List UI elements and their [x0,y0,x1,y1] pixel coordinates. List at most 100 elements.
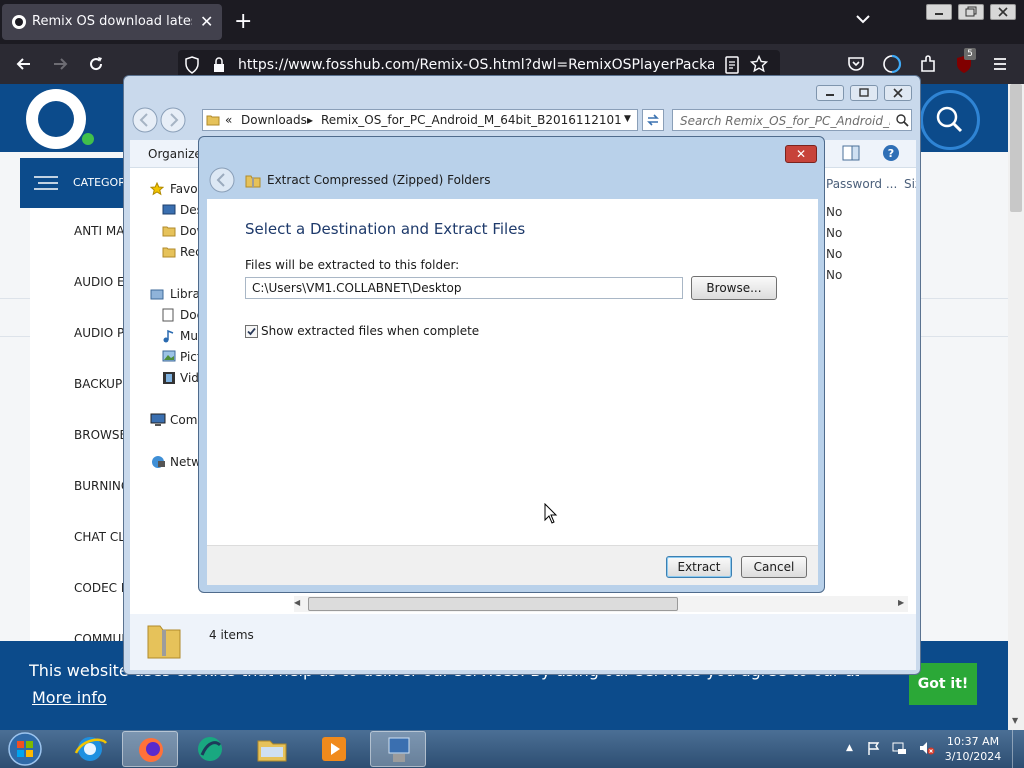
pocket-icon[interactable] [846,54,866,74]
scroll-down-arrow-icon[interactable]: ▼ [1012,716,1018,725]
tab-close-icon[interactable]: ✕ [200,14,213,30]
extract-dialog: ✕ Extract Compressed (Zipped) Folders Se… [198,136,825,593]
show-hidden-icons-chevron-up-icon[interactable]: ▲ [846,743,853,753]
show-extracted-files-label[interactable]: Show extracted files when complete [261,324,479,338]
explorer-forward-icon[interactable] [160,107,186,133]
preview-pane-icon[interactable] [842,145,860,161]
window-minimize-button[interactable] [926,4,952,20]
column-header-size[interactable]: Size [904,177,916,191]
category-backup[interactable]: BACKUP [74,377,122,391]
fosshub-logo-icon[interactable] [26,89,94,149]
firefox-taskbar-icon[interactable] [122,731,178,767]
taskbar-clock[interactable]: 10:37 AM 3/10/2024 [944,734,1002,764]
extension-badge-count: 5 [964,48,976,60]
search-icon[interactable] [895,113,909,127]
destination-folder-label: Files will be extracted to this folder: [245,258,460,272]
explorer-close-button[interactable] [884,85,912,101]
browser-tab[interactable]: Remix OS download latest version ✕ [2,4,222,40]
extract-wizard-taskbar-icon[interactable] [370,731,426,767]
firefox-account-icon[interactable] [882,54,902,74]
hamburger-menu-icon[interactable] [990,54,1010,74]
menu-lines-icon [34,175,58,191]
breadcrumb-remix-folder[interactable]: Remix_OS_for_PC_Android_M_64bit_B2016112… [321,113,622,127]
extensions-puzzle-icon[interactable] [918,54,938,74]
explorer-back-icon[interactable] [132,107,158,133]
category-burning[interactable]: BURNING [74,479,130,493]
column-header-password[interactable]: Password ... [826,177,897,191]
list-all-tabs-chevron-down-icon[interactable] [856,14,870,24]
windows-explorer-taskbar-icon[interactable] [244,731,300,767]
help-icon[interactable]: ? [882,144,900,162]
show-desktop-button[interactable] [1012,730,1024,768]
zip-folder-icon [245,173,261,189]
downloads-folder-icon [162,224,176,238]
browser-tab-title: Remix OS download latest version [32,14,192,29]
videos-film-icon [162,371,176,385]
scroll-left-arrow-icon[interactable]: ◀ [294,598,300,607]
extract-button[interactable]: Extract [666,556,732,578]
explorer-address-bar[interactable]: « Downloads ▸ Remix_OS_for_PC_Android_M_… [202,109,638,131]
lock-icon[interactable] [212,56,226,74]
cookie-more-info-link[interactable]: More info [32,688,107,707]
windows-start-orb-icon[interactable] [6,731,44,767]
window-close-button[interactable] [990,4,1016,20]
explorer-horizontal-scrollbar[interactable]: ◀ ▶ [294,596,908,612]
explorer-search-placeholder: Search Remix_OS_for_PC_Android_M_... [680,114,890,128]
dialog-back-arrow-icon[interactable] [209,167,235,193]
address-dropdown-chevron-down-icon[interactable]: ▼ [624,114,631,124]
scroll-right-arrow-icon[interactable]: ▶ [898,598,904,607]
action-center-flag-icon[interactable] [866,740,882,756]
browse-button[interactable]: Browse... [691,276,777,300]
libraries-icon [150,287,164,301]
window-restore-button[interactable] [958,4,984,20]
page-scrollbar[interactable]: ▼ [1008,84,1024,730]
password-cell-3: No [826,247,843,261]
breadcrumb-chevron-icon[interactable]: ▸ [307,113,313,127]
bookmark-star-icon[interactable] [750,55,768,73]
site-search-icon[interactable] [920,90,980,150]
remix-player-taskbar-icon[interactable] [182,731,238,767]
destination-path-input[interactable]: C:\Users\VM1.COLLABNET\Desktop [245,277,683,299]
breadcrumb-downloads[interactable]: Downloads [241,113,307,127]
music-note-icon [162,329,174,343]
dialog-close-button[interactable]: ✕ [785,145,817,163]
dialog-content-area: Select a Destination and Extract Files F… [207,199,818,545]
remix-os-favicon-icon [11,14,27,30]
media-player-taskbar-icon[interactable] [306,731,362,767]
explorer-maximize-button[interactable] [850,85,878,101]
password-cell-1: No [826,205,843,219]
dialog-button-bar: Extract Cancel [207,545,818,585]
documents-icon [162,308,174,322]
svg-text:?: ? [888,147,894,160]
dialog-title: Extract Compressed (Zipped) Folders [267,173,491,187]
computer-icon [150,413,166,427]
new-tab-button[interactable]: + [234,11,252,33]
network-icon [150,455,166,469]
horizontal-scroll-thumb[interactable] [308,597,678,611]
browser-tab-strip: Remix OS download latest version ✕ + [0,0,1024,44]
favorites-star-icon [150,182,164,196]
show-extracted-files-checkbox[interactable] [245,325,258,338]
tracking-protection-shield-icon[interactable] [184,56,200,74]
network-tray-icon[interactable] [892,740,908,756]
reload-icon[interactable] [86,54,106,74]
internet-explorer-taskbar-icon[interactable] [62,731,118,767]
categories-menu-button[interactable]: CATEGORIES [20,158,143,208]
zip-folder-icon [146,620,182,660]
page-scrollbar-thumb[interactable] [1010,84,1022,212]
forward-arrow-icon[interactable] [50,54,70,74]
reader-view-icon[interactable] [724,56,740,74]
explorer-details-pane: 4 items [130,614,916,670]
cancel-button[interactable]: Cancel [741,556,807,578]
explorer-minimize-button[interactable] [816,85,844,101]
ublock-origin-extension-icon[interactable]: 5 [954,48,976,74]
password-cell-4: No [826,268,843,282]
volume-muted-icon[interactable] [918,740,936,756]
desktop-icon [162,204,176,216]
folder-icon [206,113,220,127]
back-arrow-icon[interactable] [14,54,34,74]
explorer-search-input[interactable]: Search Remix_OS_for_PC_Android_M_... [672,109,912,131]
url-text[interactable]: https://www.fosshub.com/Remix-OS.html?dw… [238,57,714,73]
refresh-arrows-icon[interactable] [642,109,664,131]
password-cell-2: No [826,226,843,240]
